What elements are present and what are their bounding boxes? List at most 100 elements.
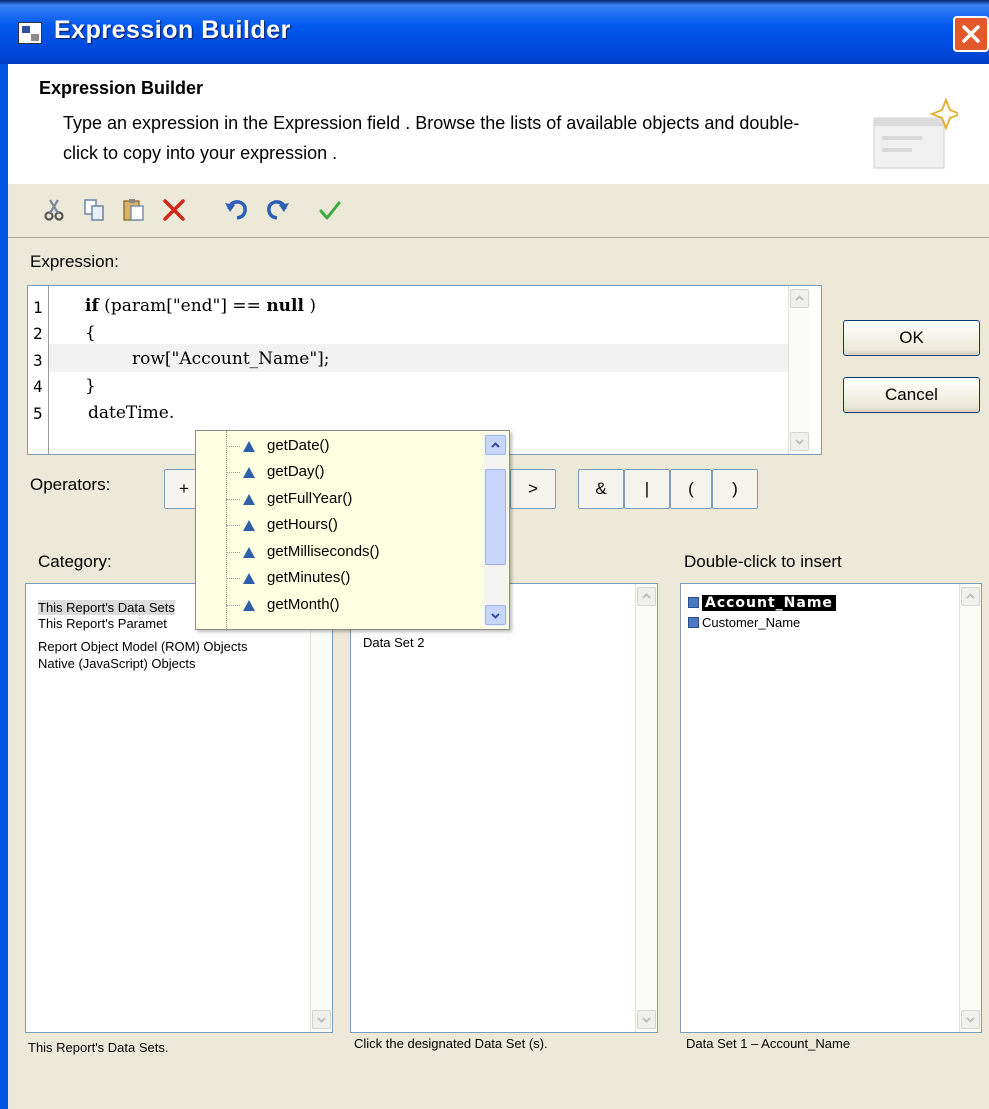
scroll-down-arrow[interactable]: [485, 605, 506, 625]
validate-icon: [319, 201, 341, 220]
autocomplete-item[interactable]: getMinutes(): [196, 566, 486, 592]
operator-or-button[interactable]: |: [624, 469, 670, 509]
scroll-up-arrow[interactable]: [637, 587, 656, 606]
insert-item-customer-name[interactable]: Customer_Name: [688, 615, 800, 630]
copy-icon: [84, 199, 104, 221]
delete-button[interactable]: [160, 196, 188, 224]
autocomplete-item-label: getDate(): [267, 437, 330, 454]
autocomplete-item-label: getMonth(): [267, 596, 340, 613]
method-icon: [243, 441, 255, 452]
chevron-down-icon: [966, 1017, 975, 1023]
toolbar: [8, 184, 989, 238]
scroll-up-arrow[interactable]: [790, 289, 809, 308]
autocomplete-item-label: getHours(): [267, 516, 338, 533]
autocomplete-popup[interactable]: getDate() getDay() getFullYear() getHour…: [195, 430, 510, 631]
keyword: if: [85, 296, 99, 316]
insert-item-label: Customer_Name: [702, 615, 801, 630]
autocomplete-item[interactable]: getDay(): [196, 460, 486, 486]
method-icon: [243, 547, 255, 558]
operator-and-button[interactable]: &: [578, 469, 624, 509]
chevron-down-icon: [795, 439, 804, 445]
method-icon: [243, 573, 255, 584]
scroll-down-arrow[interactable]: [312, 1010, 331, 1029]
scroll-thumb[interactable]: [485, 469, 506, 565]
copy-button[interactable]: [80, 196, 108, 224]
method-icon: [243, 520, 255, 531]
chevron-up-icon: [966, 593, 975, 599]
autocomplete-item[interactable]: getMilliseconds(): [196, 540, 486, 566]
code-line: row["Account_Name"];: [132, 349, 330, 369]
operator-greater-button[interactable]: >: [510, 469, 556, 509]
category-scrollbar[interactable]: [310, 584, 332, 1032]
autocomplete-item-label: getFullYear(): [267, 490, 353, 507]
code-line: if (param["end"] == null ): [85, 296, 316, 316]
delete-icon: [163, 199, 185, 221]
insert-scrollbar[interactable]: [959, 584, 981, 1032]
scroll-down-arrow[interactable]: [790, 432, 809, 451]
subcategory-scrollbar[interactable]: [635, 584, 657, 1032]
category-item-native-objects[interactable]: Native (JavaScript) Objects: [38, 656, 196, 671]
field-icon: [688, 597, 699, 608]
chevron-down-icon: [642, 1017, 651, 1023]
method-icon: [243, 494, 255, 505]
chevron-down-icon: [491, 612, 500, 619]
autocomplete-scrollbar[interactable]: [484, 433, 508, 627]
operator-open-paren-button[interactable]: (: [670, 469, 712, 509]
field-icon: [688, 617, 699, 628]
autocomplete-item[interactable]: getHours(): [196, 513, 486, 539]
category-item-data-sets[interactable]: This Report's Data Sets: [38, 600, 175, 615]
subcategory-item[interactable]: Data Set 2: [363, 635, 424, 650]
code-line: }: [85, 376, 96, 396]
insert-label: Double-click to insert: [684, 552, 842, 571]
ok-button[interactable]: OK: [843, 320, 980, 356]
window-title: Expression Builder: [54, 16, 291, 44]
title-bar[interactable]: Expression Builder: [0, 0, 989, 64]
insert-item-account-name[interactable]: Account_Name: [688, 595, 836, 611]
cut-button[interactable]: [40, 196, 68, 224]
header-title: Expression Builder: [39, 78, 204, 98]
line-number: 3: [33, 351, 43, 370]
line-number: 1: [33, 298, 43, 317]
method-icon: [243, 467, 255, 478]
category-list[interactable]: This Report's Data Sets This Report's Pa…: [25, 583, 333, 1033]
chevron-up-icon: [642, 593, 651, 599]
editor-scrollbar[interactable]: [788, 286, 810, 454]
app-icon: [18, 22, 42, 44]
scroll-up-arrow[interactable]: [961, 587, 980, 606]
category-item-rom-objects[interactable]: Report Object Model (ROM) Objects: [38, 639, 248, 654]
autocomplete-item[interactable]: getDate(): [196, 434, 486, 460]
keyword: null: [266, 296, 304, 316]
autocomplete-item[interactable]: getMonth(): [196, 593, 486, 619]
subcategory-list[interactable]: Data Set 2: [350, 583, 658, 1033]
line-number: 5: [33, 404, 43, 423]
line-number: 2: [33, 324, 43, 343]
paste-button[interactable]: [120, 196, 148, 224]
dialog-banner-icon: [873, 97, 958, 169]
code-line: {: [85, 323, 96, 343]
header-description: Type an expression in the Expression fie…: [63, 113, 800, 163]
cancel-button[interactable]: Cancel: [843, 377, 980, 413]
code-line: dateTime.: [88, 403, 175, 423]
scroll-down-arrow[interactable]: [961, 1010, 980, 1029]
paste-icon: [123, 199, 144, 221]
autocomplete-item-label: getMinutes(): [267, 569, 351, 586]
chevron-up-icon: [795, 295, 804, 301]
close-icon: [962, 25, 980, 43]
method-icon: [243, 600, 255, 611]
autocomplete-item[interactable]: getFullYear(): [196, 487, 486, 513]
insert-list[interactable]: Account_Name Customer_Name: [680, 583, 982, 1033]
category-item-parameters[interactable]: This Report's Paramet: [38, 616, 167, 631]
operators-label: Operators:: [30, 475, 111, 494]
undo-icon: [225, 200, 247, 220]
operator-close-paren-button[interactable]: ): [712, 469, 758, 509]
redo-button[interactable]: [264, 196, 292, 224]
scroll-up-arrow[interactable]: [485, 435, 506, 455]
scroll-down-arrow[interactable]: [637, 1010, 656, 1029]
validate-button[interactable]: [316, 196, 344, 224]
undo-button[interactable]: [222, 196, 250, 224]
chevron-down-icon: [317, 1017, 326, 1023]
dialog-header: Expression Builder Type an expression in…: [8, 64, 989, 184]
cut-icon: [44, 199, 64, 221]
close-button[interactable]: [953, 16, 989, 52]
subcategory-footer: Click the designated Data Set (s).: [354, 1036, 548, 1051]
